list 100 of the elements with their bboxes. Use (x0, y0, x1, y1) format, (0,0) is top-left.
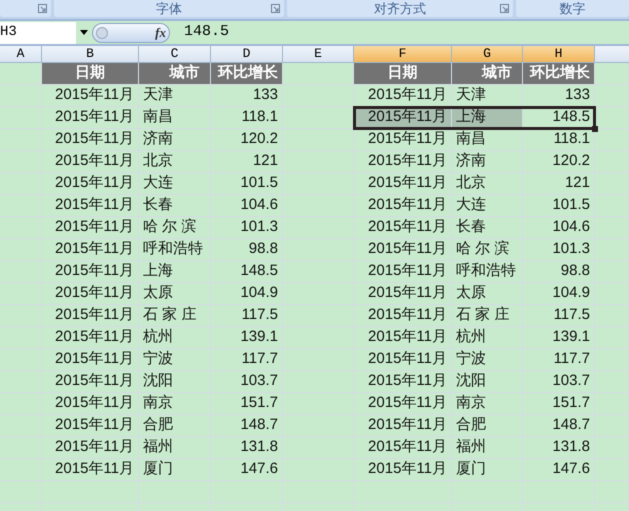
table-cell: 济南 (452, 151, 523, 173)
table-cell: 2015年11月 (354, 459, 452, 481)
table-cell: 哈 尔 滨 (139, 217, 211, 239)
dropdown-icon[interactable] (80, 30, 88, 35)
table-header: 环比增长 (523, 63, 595, 85)
table-cell: 2015年11月 (42, 349, 139, 371)
table-cell: 长春 (452, 217, 523, 239)
table-cell: 大连 (452, 195, 523, 217)
table-cell: 2015年11月 (354, 283, 452, 305)
table-cell: 147.6 (211, 459, 283, 481)
table-cell: 2015年11月 (42, 459, 139, 481)
table-cell: 南昌 (139, 107, 211, 129)
table-cell: 2015年11月 (42, 327, 139, 349)
table-cell: 117.7 (211, 349, 283, 371)
table-cell: 上海 (452, 107, 523, 129)
table-cell: 2015年11月 (354, 217, 452, 239)
table-cell: 104.6 (523, 217, 595, 239)
table-cell: 98.8 (211, 239, 283, 261)
table-cell: 133 (523, 85, 595, 107)
table-cell: 呼和浩特 (139, 239, 211, 261)
dialog-launcher-icon[interactable] (38, 4, 47, 13)
table-cell: 2015年11月 (42, 371, 139, 393)
table-cell: 南京 (452, 393, 523, 415)
table-cell: 合肥 (139, 415, 211, 437)
fill-handle[interactable] (592, 126, 598, 132)
table-cell: 104.6 (211, 195, 283, 217)
column-header[interactable]: G (452, 46, 523, 62)
table-cell: 2015年11月 (42, 129, 139, 151)
table-cell: 沈阳 (452, 371, 523, 393)
column-header[interactable]: F (354, 46, 452, 62)
column-header[interactable]: C (139, 46, 211, 62)
table-cell: 太原 (139, 283, 211, 305)
empty-cell (283, 85, 354, 107)
table-cell: 151.7 (523, 393, 595, 415)
table-cell: 哈 尔 滨 (452, 239, 523, 261)
column-header[interactable]: D (211, 46, 283, 62)
table-cell: 2015年11月 (354, 437, 452, 459)
empty-cell (0, 85, 42, 107)
table-cell: 福州 (452, 437, 523, 459)
table-cell: 2015年11月 (354, 85, 452, 107)
column-header[interactable]: A (0, 46, 42, 62)
table-cell: 101.5 (211, 173, 283, 195)
table-cell: 杭州 (452, 327, 523, 349)
table-cell: 2015年11月 (42, 173, 139, 195)
table-cell: 2015年11月 (42, 85, 139, 107)
table-cell: 宁波 (139, 349, 211, 371)
table-cell: 131.8 (211, 437, 283, 459)
table-cell: 2015年11月 (354, 129, 452, 151)
empty-cell (595, 129, 629, 151)
table-cell: 天津 (452, 85, 523, 107)
table-cell: 2015年11月 (42, 393, 139, 415)
table-cell: 2015年11月 (42, 261, 139, 283)
table-cell: 118.1 (211, 107, 283, 129)
table-cell: 太原 (452, 283, 523, 305)
empty-cell (595, 85, 629, 107)
table-cell: 石 家 庄 (139, 305, 211, 327)
table-cell: 103.7 (523, 371, 595, 393)
table-cell: 151.7 (211, 393, 283, 415)
table-cell: 101.3 (523, 239, 595, 261)
table-cell: 117.7 (523, 349, 595, 371)
name-box[interactable]: H3 (0, 22, 76, 44)
table-cell: 148.5 (211, 261, 283, 283)
insert-function-button[interactable]: fx (155, 22, 166, 42)
table-cell: 98.8 (523, 261, 595, 283)
table-cell: 厦门 (139, 459, 211, 481)
table-cell: 121 (523, 173, 595, 195)
table-cell: 2015年11月 (42, 217, 139, 239)
table-cell: 2015年11月 (42, 305, 139, 327)
ribbon-group-label: 数字 (516, 0, 629, 17)
table-cell: 上海 (139, 261, 211, 283)
table-cell: 2015年11月 (354, 195, 452, 217)
table-cell: 104.9 (211, 283, 283, 305)
table-cell: 北京 (452, 173, 523, 195)
table-cell: 118.1 (523, 129, 595, 151)
table-cell: 2015年11月 (354, 261, 452, 283)
table-cell: 福州 (139, 437, 211, 459)
table-cell: 天津 (139, 85, 211, 107)
formula-input[interactable]: 148.5 (178, 22, 629, 44)
table-cell: 139.1 (523, 327, 595, 349)
table-cell: 2015年11月 (354, 173, 452, 195)
table-cell: 101.5 (523, 195, 595, 217)
table-cell: 2015年11月 (354, 415, 452, 437)
table-cell: 148.7 (523, 415, 595, 437)
ribbon-group-label: 对齐方式 (286, 0, 513, 17)
grip-icon (96, 26, 108, 38)
table-header: 城市 (139, 63, 211, 85)
dialog-launcher-icon[interactable] (270, 4, 280, 13)
empty-cell (595, 107, 629, 129)
table-cell: 济南 (139, 129, 211, 151)
table-cell: 131.8 (523, 437, 595, 459)
column-header[interactable]: B (42, 46, 139, 62)
table-cell: 2015年11月 (42, 239, 139, 261)
table-cell: 2015年11月 (42, 107, 139, 129)
column-header[interactable]: H (523, 46, 595, 62)
dialog-launcher-icon[interactable] (500, 4, 509, 13)
table-cell: 大连 (139, 173, 211, 195)
table-cell: 148.7 (211, 415, 283, 437)
table-header: 日期 (42, 63, 139, 85)
table-cell: 2015年11月 (354, 371, 452, 393)
table-cell: 104.9 (523, 283, 595, 305)
